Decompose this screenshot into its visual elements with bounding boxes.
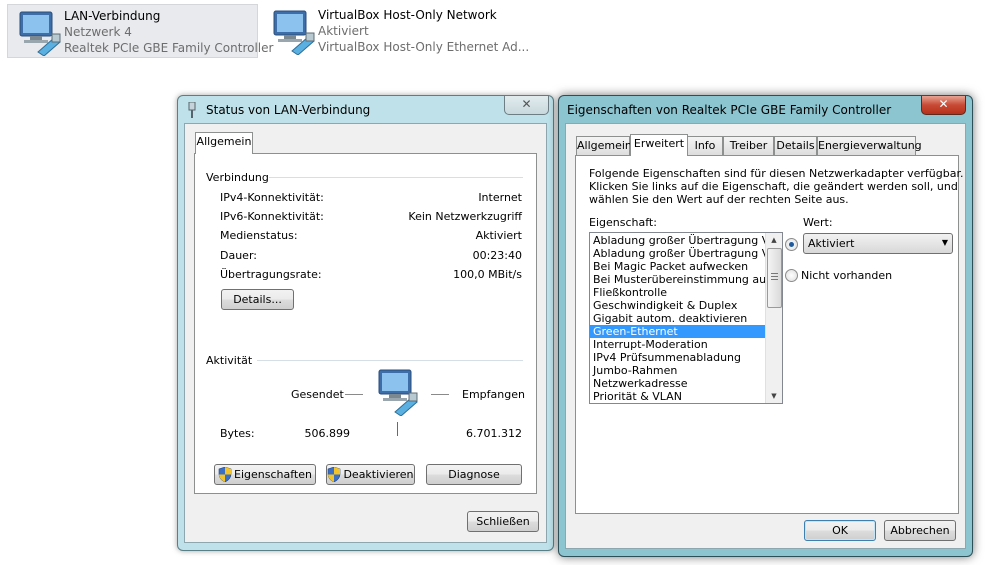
- value-bytes-sent: 506.899: [304, 427, 351, 440]
- connection-network: Netzwerk 4: [64, 25, 132, 39]
- radio-value[interactable]: [785, 238, 798, 251]
- label-gesendet: Gesendet: [291, 388, 344, 401]
- list-item[interactable]: Green-Ethernet: [590, 325, 765, 338]
- properties-button-label: Eigenschaften: [234, 468, 312, 481]
- diagnose-button[interactable]: Diagnose: [426, 464, 522, 485]
- group-verbindung: Verbindung: [206, 171, 269, 184]
- status-window: Status von LAN-Verbindung ✕ Allgemein Ve…: [177, 95, 554, 551]
- connection-name: LAN-Verbindung: [64, 9, 161, 23]
- status-titlebar[interactable]: Status von LAN-Verbindung ✕: [178, 96, 553, 122]
- divider: [269, 177, 523, 178]
- value-ipv6: Kein Netzwerkzugriff: [408, 210, 522, 223]
- label-medienstatus: Medienstatus:: [220, 229, 298, 242]
- tab-info[interactable]: Info: [687, 136, 723, 156]
- status-tabpage: Verbindung IPv4-Konnektivität: Internet …: [194, 153, 537, 494]
- connection-virtualbox[interactable]: VirtualBox Host-Only Network Aktiviert V…: [262, 4, 529, 56]
- cancel-button[interactable]: Abbrechen: [884, 520, 956, 541]
- connection-name: VirtualBox Host-Only Network: [318, 8, 497, 22]
- tab-treiber[interactable]: Treiber: [723, 136, 774, 156]
- connection-adapter: Realtek PCIe GBE Family Controller: [64, 41, 274, 55]
- connection-network: Aktiviert: [318, 24, 369, 38]
- list-item[interactable]: IPv4 Prüfsummenabladung: [590, 351, 765, 364]
- property-label: Eigenschaft:: [589, 216, 657, 229]
- list-item[interactable]: Gigabit autom. deaktivieren: [590, 312, 765, 325]
- uac-shield-icon: [328, 467, 341, 482]
- scroll-up-arrow[interactable]: ▲: [766, 233, 782, 247]
- label-ipv6: IPv6-Konnektivität:: [220, 210, 324, 223]
- properties-close-button[interactable]: ✕: [921, 96, 966, 115]
- value-combobox[interactable]: Aktiviert ▼: [803, 233, 953, 254]
- disable-button-label: Deaktivieren: [343, 468, 414, 481]
- description-line-1: Folgende Eigenschaften sind für diesen N…: [589, 167, 964, 180]
- status-close-button[interactable]: ✕: [504, 96, 549, 115]
- connection-lan[interactable]: LAN-Verbindung Netzwerk 4 Realtek PCIe G…: [7, 4, 273, 58]
- list-item[interactable]: Netzwerkadresse: [590, 377, 765, 390]
- scroll-down-arrow[interactable]: ▼: [766, 389, 782, 403]
- list-item[interactable]: Priorität & VLAN: [590, 390, 765, 403]
- properties-window-title: Eigenschaften von Realtek PCIe GBE Famil…: [567, 103, 892, 117]
- tab-allgemein[interactable]: Allgemein: [576, 136, 632, 156]
- not-present-label: Nicht vorhanden: [801, 269, 893, 282]
- list-item[interactable]: Geschwindigkeit & Duplex: [590, 299, 765, 312]
- value-ipv4: Internet: [478, 191, 522, 204]
- network-adapter-icon: [19, 11, 61, 56]
- activity-computer-icon: [378, 369, 418, 416]
- close-button[interactable]: Schließen: [467, 511, 539, 532]
- properties-window: Eigenschaften von Realtek PCIe GBE Famil…: [558, 95, 973, 557]
- value-selected: Aktiviert: [808, 237, 855, 250]
- erweitert-tabpage: Folgende Eigenschaften sind für diesen N…: [575, 155, 963, 514]
- description-line-3: wählen Sie den Wert auf der rechten Seit…: [589, 193, 849, 206]
- properties-titlebar[interactable]: Eigenschaften von Realtek PCIe GBE Famil…: [559, 96, 972, 122]
- listbox-scrollbar[interactable]: ▲ ▼: [765, 233, 782, 403]
- disable-button[interactable]: Deaktivieren: [326, 464, 415, 485]
- list-item[interactable]: Bei Magic Packet aufwecken: [590, 260, 765, 273]
- scroll-thumb[interactable]: [767, 248, 782, 308]
- received-line: [431, 394, 449, 395]
- list-item[interactable]: Abladung großer Übertragung V2 (IP: [590, 247, 765, 260]
- properties-client: Allgemein Erweitert Info Treiber Details…: [565, 123, 966, 549]
- radio-dot: [789, 242, 794, 247]
- tab-allgemein[interactable]: Allgemein: [195, 132, 253, 154]
- tab-erweitert[interactable]: Erweitert: [630, 134, 688, 156]
- value-bytes-received: 6.701.312: [466, 427, 522, 440]
- property-listbox[interactable]: Abladung großer Übertragung V2 (IPAbladu…: [589, 232, 783, 404]
- value-label: Wert:: [803, 216, 833, 229]
- value-medienstatus: Aktiviert: [475, 229, 522, 242]
- ok-button[interactable]: OK: [804, 520, 876, 541]
- property-list: Abladung großer Übertragung V2 (IPAbladu…: [590, 234, 765, 403]
- label-dauer: Dauer:: [220, 249, 257, 262]
- label-uebertragungsrate: Übertragungsrate:: [220, 268, 322, 281]
- label-bytes: Bytes:: [220, 427, 255, 440]
- group-aktivitaet: Aktivität: [206, 354, 253, 367]
- list-item[interactable]: Bei Musterübereinstimmung aufweck: [590, 273, 765, 286]
- details-button[interactable]: Details...: [221, 289, 294, 310]
- label-empfangen: Empfangen: [462, 388, 525, 401]
- properties-button[interactable]: Eigenschaften: [214, 464, 316, 485]
- value-dauer: 00:23:40: [472, 249, 522, 262]
- divider: [257, 360, 523, 361]
- bytes-separator: [397, 422, 398, 436]
- list-item[interactable]: Interrupt-Moderation: [590, 338, 765, 351]
- description-line-2: Klicken Sie links auf die Eigenschaft, d…: [589, 180, 958, 193]
- chevron-down-icon: ▼: [941, 238, 948, 247]
- tab-energieverwaltung[interactable]: Energieverwaltung: [817, 136, 922, 156]
- list-item[interactable]: Jumbo-Rahmen: [590, 364, 765, 377]
- list-item[interactable]: Fließkontrolle: [590, 286, 765, 299]
- connection-adapter: VirtualBox Host-Only Ethernet Ad...: [318, 40, 530, 54]
- label-ipv4: IPv4-Konnektivität:: [220, 191, 324, 204]
- sent-line: [345, 394, 363, 395]
- status-client: Allgemein Verbindung IPv4-Konnektivität:…: [184, 123, 547, 543]
- value-uebertragungsrate: 100,0 MBit/s: [453, 268, 522, 281]
- list-item[interactable]: Abladung großer Übertragung V2 (IP: [590, 234, 765, 247]
- uac-shield-icon: [218, 467, 232, 482]
- network-adapter-icon: [273, 10, 315, 55]
- status-window-title: Status von LAN-Verbindung: [206, 103, 371, 117]
- network-cable-icon: [188, 102, 196, 118]
- tab-details[interactable]: Details: [774, 136, 817, 156]
- radio-not-present[interactable]: [785, 269, 798, 282]
